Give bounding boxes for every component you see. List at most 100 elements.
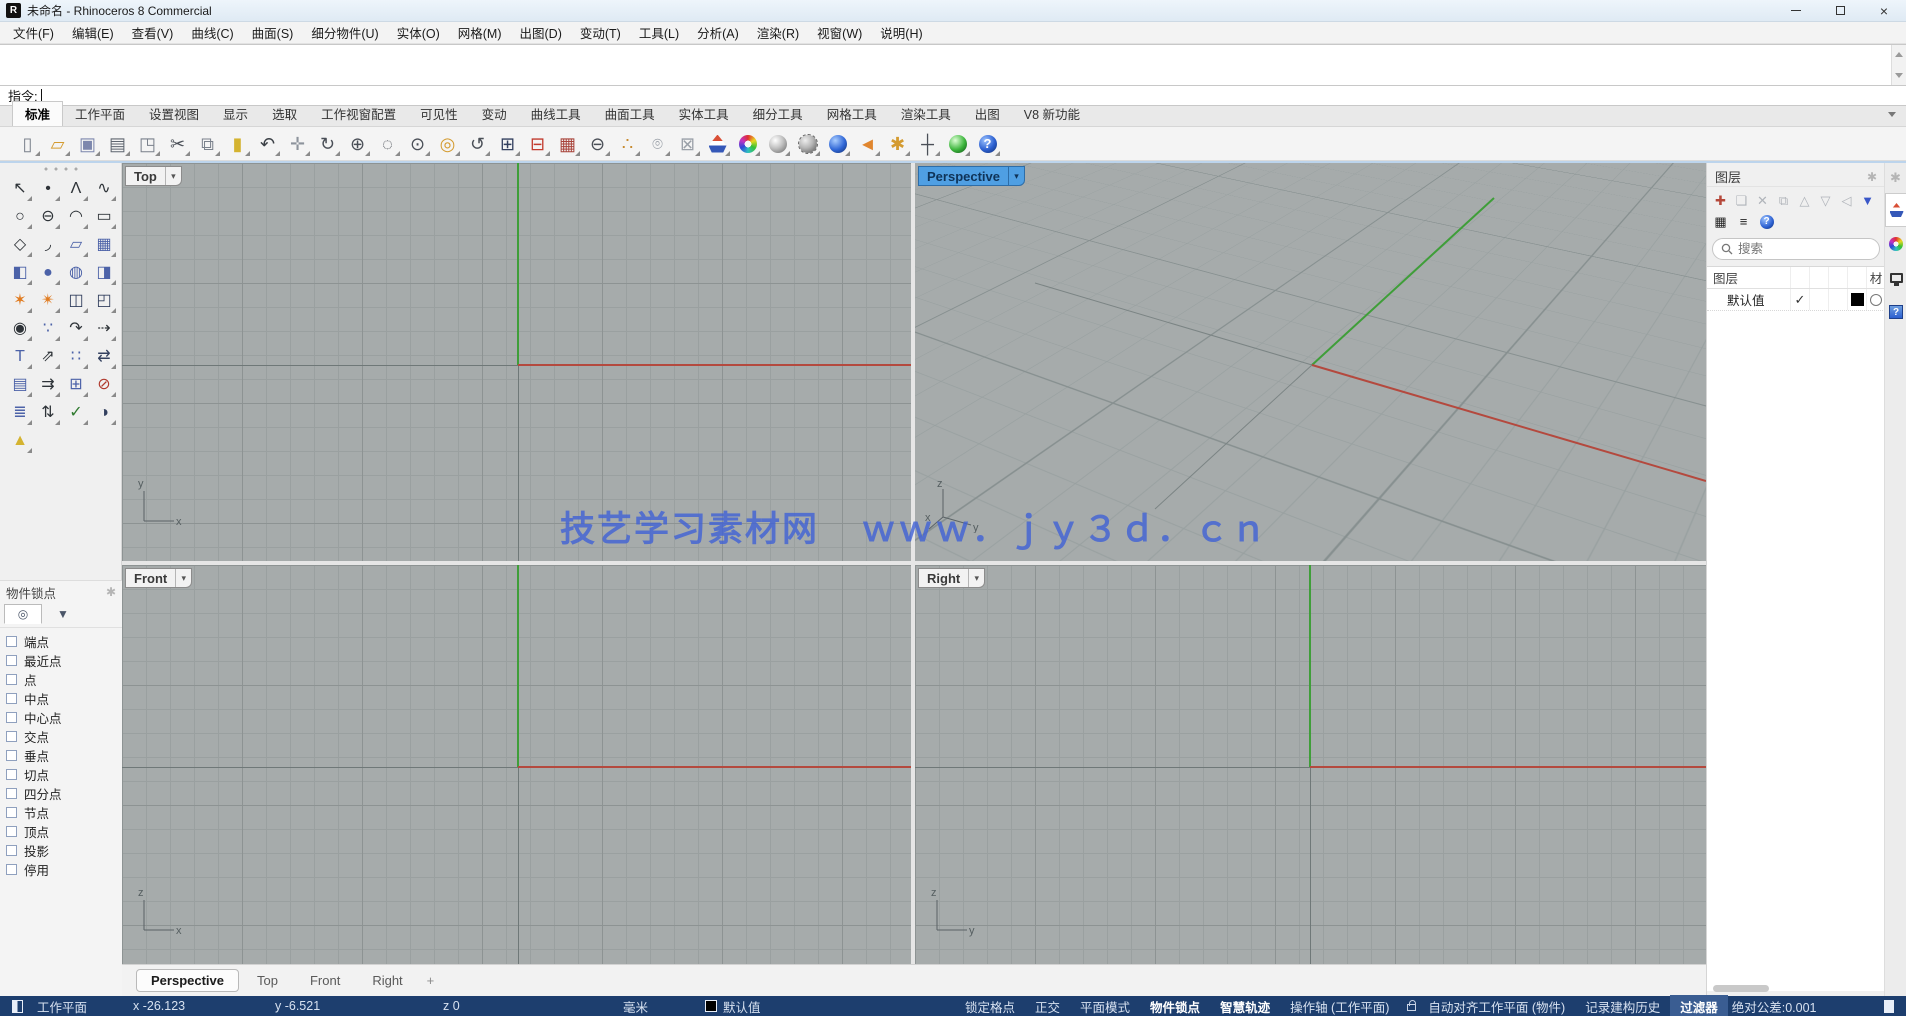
move-down-icon[interactable]: ▽ xyxy=(1816,191,1835,210)
tab-render-tools[interactable]: 渲染工具 xyxy=(889,102,963,126)
menu-panels[interactable]: 视窗(W) xyxy=(808,21,871,44)
ortho-toggle[interactable]: 正交 xyxy=(1025,997,1070,1016)
planar-toggle[interactable]: 平面模式 xyxy=(1070,997,1140,1016)
checkbox[interactable] xyxy=(6,655,17,666)
grid-options-icon[interactable]: ▦ xyxy=(554,130,581,157)
tab-curve-tools[interactable]: 曲线工具 xyxy=(519,102,593,126)
panel-toggle-icon[interactable] xyxy=(1884,1000,1894,1013)
units-selector[interactable]: 毫米 xyxy=(619,997,705,1016)
blast-icon[interactable]: ✴ xyxy=(34,287,62,315)
filter-toggle[interactable]: 过滤器 xyxy=(1670,995,1728,1016)
gumball-icon[interactable]: ┼ xyxy=(914,130,941,157)
osnap-tangent[interactable]: 切点 xyxy=(6,765,122,784)
new-sublayer-icon[interactable]: ❏ xyxy=(1732,191,1751,210)
current-layer-check-icon[interactable]: ✓ xyxy=(1790,289,1809,310)
checkbox[interactable] xyxy=(6,807,17,818)
viewport-panel-tab[interactable] xyxy=(1885,261,1906,295)
extend-curve-icon[interactable]: ⇢ xyxy=(90,315,118,343)
help-panel-tab[interactable]: ? xyxy=(1885,295,1906,329)
tab-visibility[interactable]: 可见性 xyxy=(408,102,470,126)
palette-grip[interactable] xyxy=(41,165,81,173)
revolve-icon[interactable]: ◍ xyxy=(62,259,90,287)
lightbulb-icon[interactable]: ⌾ xyxy=(644,130,671,157)
layer-search-input[interactable] xyxy=(1738,242,1858,256)
tab-standard[interactable]: 标准 xyxy=(12,101,63,126)
zoom-dynamic-icon[interactable]: ⊕ xyxy=(344,130,371,157)
menu-solid[interactable]: 实体(O) xyxy=(388,21,449,44)
ellipse-icon[interactable]: ⊖ xyxy=(34,203,62,231)
checkbox[interactable] xyxy=(6,788,17,799)
options-car-icon[interactable]: ⊟ xyxy=(524,130,551,157)
help-icon[interactable]: ? xyxy=(974,130,1001,157)
tab-cplane[interactable]: 工作平面 xyxy=(63,102,137,126)
auto-cplane-toggle[interactable]: 自动对齐工作平面 (物件) xyxy=(1418,997,1575,1016)
split-icon[interactable]: ◰ xyxy=(90,287,118,315)
viewport-layout-icon[interactable]: ⊞ xyxy=(494,130,521,157)
cplane-selector[interactable]: 工作平面 xyxy=(33,997,129,1016)
current-layer-chip[interactable]: 默认值 xyxy=(705,997,955,1016)
checkbox[interactable] xyxy=(6,845,17,856)
vtab-add[interactable]: + xyxy=(421,970,441,991)
horizontal-scrollbar-thumb[interactable] xyxy=(1713,985,1769,992)
copy-icon[interactable]: ⧉ xyxy=(194,130,221,157)
command-scrollbar[interactable] xyxy=(1891,45,1906,85)
point-display-icon[interactable]: ∴ xyxy=(614,130,641,157)
sphere-grid-icon[interactable] xyxy=(794,130,821,157)
boolean-icon[interactable]: ◉ xyxy=(6,315,34,343)
viewport-front[interactable]: Front ▾ z x xyxy=(122,565,911,970)
menu-analyze[interactable]: 分析(A) xyxy=(688,21,748,44)
layer-row-default[interactable]: 默认值 ✓ xyxy=(1707,289,1885,311)
sphere-gray-icon[interactable] xyxy=(764,130,791,157)
pipe-icon[interactable]: ⊘ xyxy=(90,371,118,399)
circle-icon[interactable]: ○ xyxy=(6,203,34,231)
checkbox[interactable] xyxy=(6,864,17,875)
export-icon[interactable]: ◳ xyxy=(134,130,161,157)
grid-view-icon[interactable]: ▦ xyxy=(1711,212,1730,231)
sphere-blue-icon[interactable] xyxy=(824,130,851,157)
curve-icon[interactable]: ∿ xyxy=(90,175,118,203)
vtab-front[interactable]: Front xyxy=(296,970,354,991)
move-up-icon[interactable]: △ xyxy=(1795,191,1814,210)
gear-icon[interactable]: ✱ xyxy=(1867,170,1877,184)
tab-solid-tools[interactable]: 实体工具 xyxy=(667,102,741,126)
tab-drafting[interactable]: 出图 xyxy=(963,102,1012,126)
polygon-icon[interactable]: ◇ xyxy=(6,231,34,259)
zoom-window-icon[interactable]: ◌ xyxy=(374,130,401,157)
checkbox[interactable] xyxy=(6,826,17,837)
checkbox[interactable] xyxy=(6,693,17,704)
rotate-view-icon[interactable]: ↻ xyxy=(314,130,341,157)
paste-icon[interactable]: ▮ xyxy=(224,130,251,157)
layer-name[interactable]: 默认值 xyxy=(1707,290,1790,309)
grid-snap-toggle[interactable]: 锁定格点 xyxy=(955,997,1025,1016)
viewport-front-label[interactable]: Front ▾ xyxy=(125,568,192,588)
vtab-perspective[interactable]: Perspective xyxy=(136,969,239,992)
cone-icon[interactable]: ▲ xyxy=(6,427,34,455)
layer-help-icon[interactable]: ? xyxy=(1757,212,1776,231)
lock-icon[interactable]: ⊠ xyxy=(674,130,701,157)
chevron-down-icon[interactable]: ▾ xyxy=(175,569,191,587)
surface-network-icon[interactable]: ▦ xyxy=(90,231,118,259)
box-icon[interactable]: ◧ xyxy=(6,259,34,287)
osnap-perpendicular[interactable]: 垂点 xyxy=(6,746,122,765)
pan-hand-icon[interactable]: ✛ xyxy=(284,130,311,157)
tab-display[interactable]: 显示 xyxy=(211,102,260,126)
osnap-point[interactable]: 点 xyxy=(6,670,122,689)
colorwheel-icon[interactable] xyxy=(734,130,761,157)
check-icon[interactable]: ✓ xyxy=(62,399,90,427)
scroll-down-icon[interactable] xyxy=(1895,73,1903,82)
menu-transform[interactable]: 变动(T) xyxy=(571,21,630,44)
checkbox[interactable] xyxy=(6,769,17,780)
vtab-right[interactable]: Right xyxy=(358,970,416,991)
new-file-icon[interactable]: ▯ xyxy=(14,130,41,157)
viewport-right-label[interactable]: Right ▾ xyxy=(918,568,985,588)
cplane-indicator-icon[interactable] xyxy=(12,1000,23,1013)
shaded-view-icon[interactable] xyxy=(704,130,731,157)
osnap-disable[interactable]: 停用 xyxy=(6,860,122,879)
zoom-target-icon[interactable]: ◎ xyxy=(434,130,461,157)
layer-search-box[interactable] xyxy=(1712,238,1880,260)
surface-3pt-icon[interactable]: ▱ xyxy=(62,231,90,259)
undo-icon[interactable]: ↶ xyxy=(254,130,281,157)
layer-material-icon[interactable] xyxy=(1870,294,1882,306)
menu-curve[interactable]: 曲线(C) xyxy=(182,21,242,44)
tab-select[interactable]: 选取 xyxy=(260,102,309,126)
